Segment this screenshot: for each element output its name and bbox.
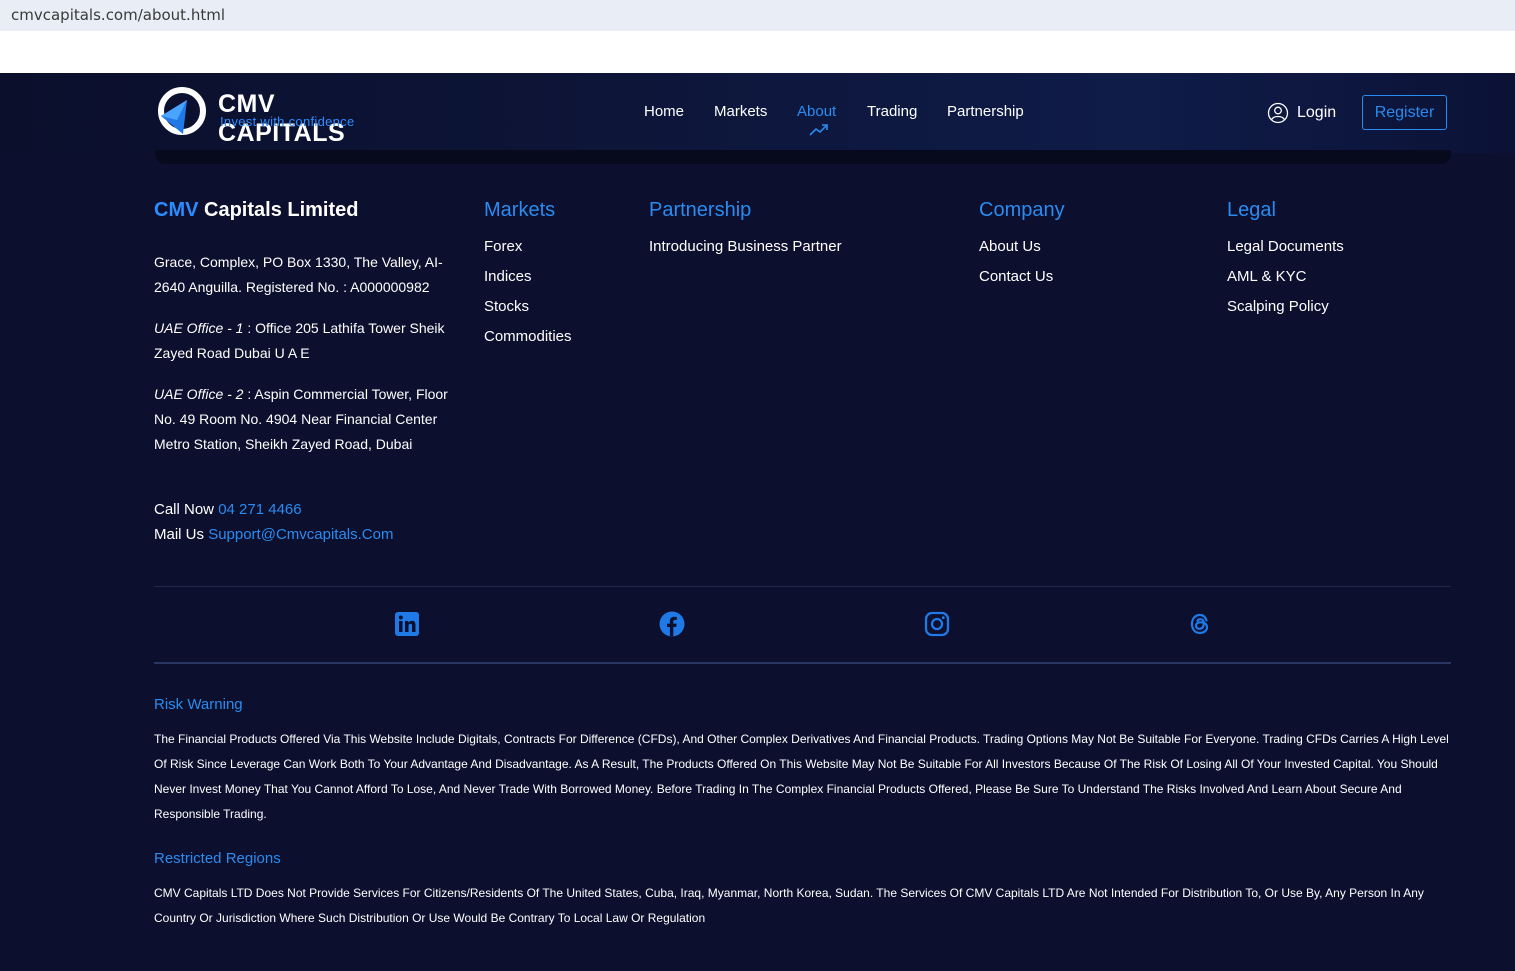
login-link[interactable]: Login [1267, 101, 1336, 125]
call-now: Call Now 04 271 4466 [154, 501, 302, 518]
user-circle-icon [1267, 102, 1289, 124]
office-2-address: UAE Office - 2 : Aspin Commercial Tower,… [154, 382, 459, 457]
risk-warning-title: Risk Warning [154, 696, 243, 713]
brand-logo[interactable]: CMV CAPITALS Invest with confidence [157, 86, 407, 147]
register-button[interactable]: Register [1362, 95, 1447, 130]
footer-link-about-us[interactable]: About Us [979, 238, 1041, 255]
footer-link-commodities[interactable]: Commodities [484, 328, 572, 345]
restricted-regions-title: Restricted Regions [154, 850, 281, 867]
nav-partnership[interactable]: Partnership [947, 103, 1024, 120]
brand-tagline: Invest with confidence [220, 114, 355, 129]
nav-trading[interactable]: Trading [867, 103, 917, 120]
linkedin-icon[interactable] [394, 611, 420, 637]
divider [154, 586, 1451, 587]
instagram-icon[interactable] [924, 611, 950, 637]
phone-link[interactable]: 04 271 4466 [218, 501, 301, 518]
page-top-strip [0, 31, 1515, 73]
footer-link-legal-documents[interactable]: Legal Documents [1227, 238, 1344, 255]
login-label: Login [1297, 104, 1337, 121]
email-link[interactable]: Support@Cmvcapitals.Com [208, 526, 393, 543]
risk-warning-text: The Financial Products Offered Via This … [154, 732, 1449, 821]
call-label: Call Now [154, 501, 215, 518]
mail-us: Mail Us Support@Cmvcapitals.Com [154, 526, 393, 543]
footer-link-contact-us[interactable]: Contact Us [979, 268, 1053, 285]
footer-link-scalping-policy[interactable]: Scalping Policy [1227, 298, 1329, 315]
restricted-regions-text: CMV Capitals LTD Does Not Provide Servic… [154, 886, 1424, 925]
url-text[interactable]: cmvcapitals.com/about.html [11, 6, 225, 24]
header-bottom-edge [155, 150, 1451, 164]
legal-column-title: Legal [1227, 199, 1276, 221]
nav-markets[interactable]: Markets [714, 103, 767, 120]
mail-label: Mail Us [154, 526, 205, 543]
logo-mark-icon [158, 87, 206, 135]
company-address: Grace, Complex, PO Box 1330, The Valley,… [154, 254, 443, 295]
office-2-label: UAE Office - 2 [154, 386, 244, 402]
footer-link-stocks[interactable]: Stocks [484, 298, 529, 315]
footer-link-forex[interactable]: Forex [484, 238, 522, 255]
threads-icon[interactable] [1187, 611, 1213, 637]
nav-about[interactable]: About [797, 103, 836, 120]
company-column-title: Company [979, 199, 1065, 221]
divider [154, 662, 1451, 664]
partnership-column-title: Partnership [649, 199, 752, 221]
footer-link-introducing-partner[interactable]: Introducing Business Partner [649, 238, 842, 255]
footer-link-aml-kyc[interactable]: AML & KYC [1227, 268, 1306, 285]
company-title-highlight: CMV [154, 199, 199, 221]
company-title: CMV Capitals Limited [154, 199, 359, 222]
facebook-icon[interactable] [659, 611, 685, 637]
browser-address-bar[interactable]: cmvcapitals.com/about.html [0, 0, 1515, 31]
company-title-rest: Capitals Limited [204, 199, 359, 221]
office-1-label: UAE Office - 1 [154, 320, 244, 336]
office-1-address: UAE Office - 1 : Office 205 Lathifa Towe… [154, 316, 459, 366]
footer-link-indices[interactable]: Indices [484, 268, 532, 285]
nav-home[interactable]: Home [644, 103, 684, 120]
markets-column-title: Markets [484, 199, 556, 221]
trend-up-icon [809, 124, 828, 136]
